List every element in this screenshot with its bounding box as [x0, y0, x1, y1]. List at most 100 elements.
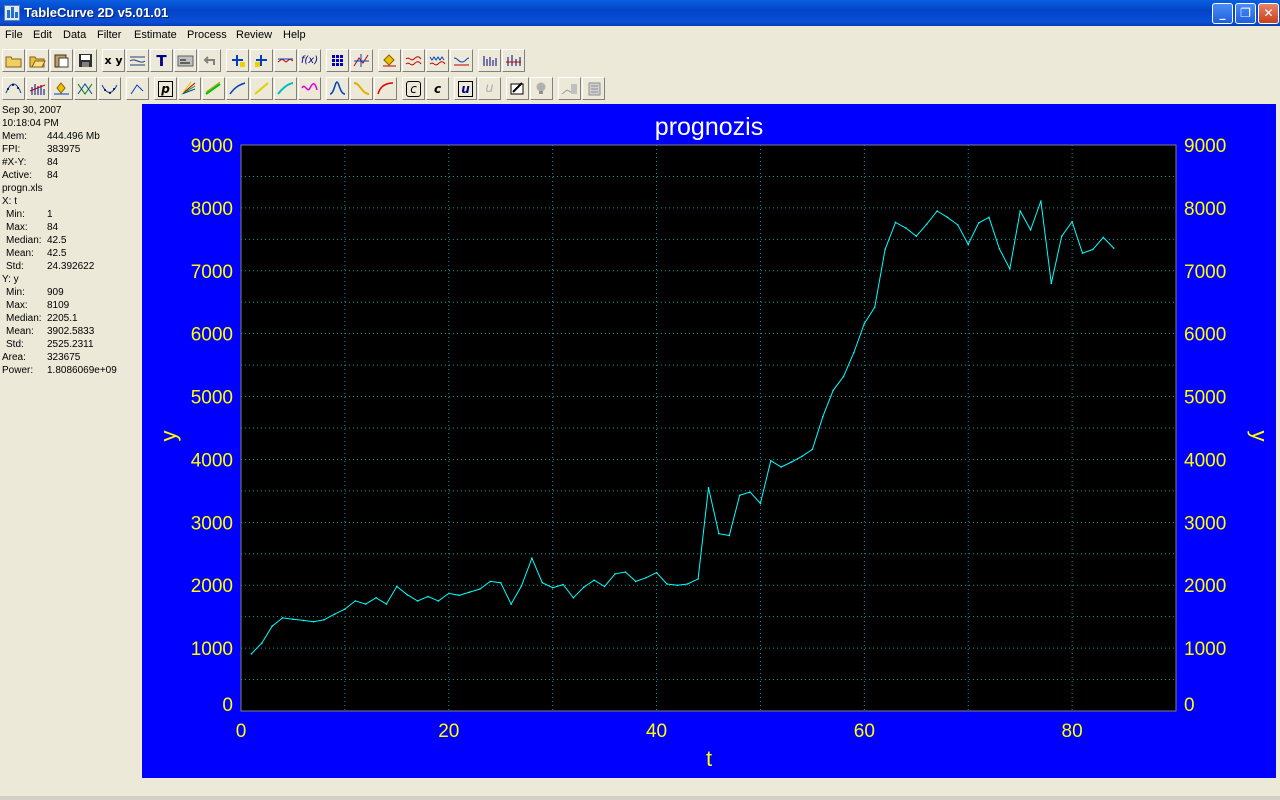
line-fit-icon[interactable] — [226, 77, 249, 100]
menu-estimate[interactable]: Estimate — [134, 29, 177, 41]
menu-process[interactable]: Process — [187, 29, 227, 41]
curve-compare-icon[interactable] — [274, 49, 297, 72]
open-folder-icon[interactable] — [26, 49, 49, 72]
transition-icon[interactable] — [350, 77, 373, 100]
graph-curves-icon[interactable] — [126, 49, 149, 72]
fft-icon[interactable] — [478, 49, 501, 72]
data-point — [406, 593, 409, 596]
wave-icon[interactable] — [402, 49, 425, 72]
data-point — [832, 389, 834, 392]
yellow-line-icon[interactable] — [250, 77, 273, 100]
format-text-icon[interactable] — [174, 49, 197, 72]
stats-value: 8109 — [47, 300, 70, 311]
stats-time: 10:18:04 PM — [2, 118, 59, 129]
menu-bar: File Edit Data Filter Estimate Process R… — [0, 26, 1280, 46]
stats-key: Max: — [6, 300, 28, 311]
paste-icon[interactable] — [50, 49, 73, 72]
fit-graph-icon[interactable] — [350, 49, 373, 72]
data-point — [489, 580, 492, 583]
xy-data-icon[interactable]: x y — [102, 49, 125, 72]
data-point — [676, 584, 679, 587]
data-point — [634, 580, 637, 583]
peak-function-icon[interactable] — [326, 77, 349, 100]
data-point — [686, 583, 689, 585]
undo-icon[interactable] — [198, 49, 221, 72]
data-point — [375, 597, 377, 599]
data-point — [728, 534, 731, 537]
data-point — [811, 448, 814, 451]
menu-file[interactable]: File — [5, 29, 23, 41]
stats-value: 444.496 Mb — [47, 131, 100, 142]
stats-value: 24.392622 — [47, 261, 95, 272]
rational-icon[interactable] — [178, 77, 201, 100]
move-point-icon[interactable] — [250, 49, 273, 72]
periodic-icon[interactable] — [298, 77, 321, 100]
report-list-icon[interactable] — [582, 77, 605, 100]
smooth-icon[interactable] — [450, 49, 473, 72]
new-file-icon[interactable] — [2, 49, 25, 72]
stats-key: Median: — [6, 235, 42, 246]
close-button[interactable]: ✕ — [1258, 3, 1279, 24]
add-point-icon[interactable] — [226, 49, 249, 72]
text-title-icon[interactable]: T — [150, 49, 173, 72]
stats-value: 42.5 — [47, 248, 67, 259]
data-point — [1092, 248, 1094, 251]
simple-equations-icon[interactable] — [202, 77, 225, 100]
data-point — [281, 617, 284, 619]
data-point — [842, 375, 845, 378]
minimize-button[interactable]: _ — [1212, 3, 1233, 24]
function-icon[interactable]: f(x) — [298, 49, 321, 72]
app-icon — [4, 5, 20, 21]
menu-review[interactable]: Review — [236, 29, 272, 41]
filter-wave-icon[interactable] — [426, 49, 449, 72]
grid-table-icon[interactable] — [326, 49, 349, 72]
polynomial-icon[interactable]: p — [154, 77, 177, 100]
y-tick-label-right: 5000 — [1184, 388, 1226, 409]
cyan-curve-icon[interactable] — [274, 77, 297, 100]
multi-curve-icon[interactable] — [74, 77, 97, 100]
peak-point-icon[interactable] — [50, 77, 73, 100]
stats-key: Std: — [6, 261, 24, 272]
y-tick-label-left: 4000 — [191, 450, 233, 471]
data-point — [624, 571, 627, 573]
data-point — [312, 620, 315, 623]
spectrum-icon[interactable] — [502, 49, 525, 72]
linear-line-icon[interactable] — [126, 77, 149, 100]
point-select-icon[interactable] — [378, 49, 401, 72]
report-graph-icon[interactable] — [558, 77, 581, 100]
stats-key: Min: — [6, 209, 25, 220]
menu-filter[interactable]: Filter — [97, 29, 121, 41]
menu-edit[interactable]: Edit — [33, 29, 52, 41]
scatter-curve-icon[interactable] — [2, 77, 25, 100]
data-point — [1071, 220, 1073, 223]
y-tick-label-left: 9000 — [191, 136, 233, 157]
custom-c-icon[interactable]: c — [402, 77, 425, 100]
y-tick-label-left: 8000 — [191, 199, 233, 220]
data-point — [738, 494, 741, 497]
data-point — [863, 322, 866, 325]
waveform-icon[interactable] — [374, 77, 397, 100]
plot-panel[interactable]: 0 20 40 60 80 0 0 1000 1000 2000 2000 3000 3000 4000 4… — [142, 104, 1276, 778]
y-tick-label-right: 6000 — [1184, 325, 1226, 346]
data-point — [427, 595, 429, 598]
data-point — [946, 216, 949, 219]
restore-button[interactable]: ❐ — [1235, 3, 1256, 24]
chart-title: prognozis — [655, 113, 763, 141]
data-point — [323, 619, 325, 621]
data-point — [967, 243, 970, 246]
data-point — [1019, 210, 1021, 212]
menu-data[interactable]: Data — [63, 29, 86, 41]
x-tick-label: 60 — [854, 721, 875, 742]
residuals-icon[interactable] — [98, 77, 121, 100]
stats-value: 2205.1 — [47, 313, 78, 324]
menu-help[interactable]: Help — [283, 29, 306, 41]
user-function-disabled-icon[interactable]: u — [478, 77, 501, 100]
data-point — [250, 653, 253, 655]
save-icon[interactable] — [74, 49, 97, 72]
lightbulb-icon[interactable] — [530, 77, 553, 100]
user-function-icon[interactable]: u — [454, 77, 477, 100]
edit-icon[interactable] — [506, 77, 529, 100]
constant-c-icon[interactable]: c — [426, 77, 449, 100]
data-point — [572, 597, 575, 599]
bar-curve-icon[interactable] — [26, 77, 49, 100]
